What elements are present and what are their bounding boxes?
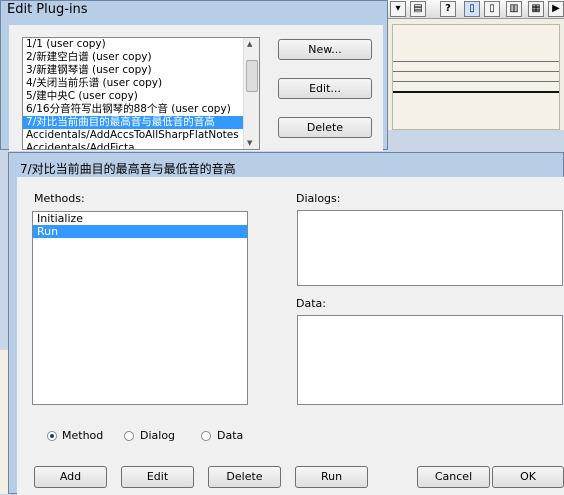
method-list-item[interactable]: Run (33, 225, 247, 238)
mixer-icon[interactable]: ▦ (528, 1, 544, 17)
run-button[interactable]: Run (295, 466, 368, 488)
staff-line (393, 71, 559, 72)
staff-line (393, 61, 559, 62)
methods-label: Methods: (34, 192, 85, 205)
plugin-list-item[interactable]: 7/对比当前曲目的最高音与最低音的音高 (23, 116, 259, 129)
plugins-list[interactable]: 1/1 (user copy) 2/新建空白谱 (user copy) 3/新建钢琴… (22, 37, 260, 150)
staff-line (393, 91, 559, 93)
method-list-item[interactable]: Initialize (33, 212, 247, 225)
document-icon[interactable]: ▤ (410, 1, 426, 17)
plugin-list-item[interactable]: 4/关闭当前乐谱 (user copy) (23, 77, 259, 90)
delete-button[interactable]: Delete (208, 466, 281, 488)
method-radio-label[interactable]: Method (62, 429, 103, 442)
dropdown-arrow-icon[interactable]: ▾ (390, 1, 406, 17)
plugin-list-item[interactable]: Accidentals/AddFicta (23, 142, 259, 149)
panel-view-icon[interactable]: ▯ (464, 1, 480, 17)
scroll-up-icon[interactable]: ▲ (247, 40, 252, 48)
edit-button[interactable]: Edit (121, 466, 194, 488)
dialog-radio[interactable] (124, 431, 134, 441)
staff-line (393, 81, 559, 82)
play-icon[interactable]: ▶ (548, 1, 564, 17)
plugin-list-item[interactable]: 2/新建空白谱 (user copy) (23, 51, 259, 64)
data-radio[interactable] (201, 431, 211, 441)
help-icon[interactable]: ? (440, 1, 456, 17)
plugin-list-item[interactable]: 1/1 (user copy) (23, 38, 259, 51)
edit-plugin-button[interactable]: Edit... (278, 78, 372, 99)
plugin-list-item[interactable]: 6/16分音符写出钢琴的88个音 (user copy) (23, 103, 259, 116)
dialogs-list[interactable] (297, 210, 563, 286)
scroll-down-icon[interactable]: ▼ (247, 139, 252, 147)
delete-plugin-button[interactable]: Delete (278, 117, 372, 138)
data-label: Data: (296, 297, 326, 310)
window-title: 7/对比当前曲目的最高音与最低音的音高 (20, 162, 236, 176)
plugin-list-item[interactable]: 5/建中央C (user copy) (23, 90, 259, 103)
keyboard-icon[interactable]: ▥ (506, 1, 522, 17)
window-title: Edit Plug-ins (7, 2, 88, 17)
data-list[interactable] (297, 315, 563, 405)
add-button[interactable]: Add (34, 466, 107, 488)
scrollbar-thumb[interactable] (246, 60, 258, 92)
data-radio-label[interactable]: Data (217, 429, 243, 442)
layout-view-icon[interactable]: ▯ (484, 1, 500, 17)
new-plugin-button[interactable]: New... (278, 39, 372, 60)
method-radio[interactable] (47, 431, 57, 441)
plugin-list-item[interactable]: 3/新建钢琴谱 (user copy) (23, 64, 259, 77)
cancel-button[interactable]: Cancel (417, 466, 490, 488)
ok-button[interactable]: OK (492, 466, 564, 488)
plugin-list-item[interactable]: Accidentals/AddAccsToAllSharpFlatNotes (23, 129, 259, 142)
score-staff (392, 24, 560, 130)
background-toolbar: ▾ ▤ ? ▯ ▯ ▥ ▦ ▶ (384, 0, 564, 19)
dialog-radio-label[interactable]: Dialog (140, 429, 175, 442)
dialogs-label: Dialogs: (296, 192, 341, 205)
methods-list[interactable]: Initialize Run (32, 211, 248, 405)
plugins-list-scrollbar[interactable]: ▲ ▼ (243, 38, 259, 149)
